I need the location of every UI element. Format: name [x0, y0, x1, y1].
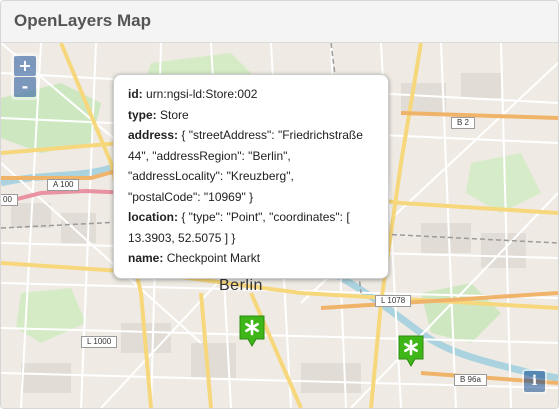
popup-type-label: type: — [128, 107, 157, 122]
popup-type-value: Store — [160, 107, 189, 122]
popup-id-row: id: urn:ngsi-ld:Store:002 — [128, 84, 375, 105]
attribution-button[interactable]: i — [524, 371, 545, 392]
popup-location-label: location: — [128, 210, 178, 224]
popup-address-line1: { "streetAddress": "Friedrichstraße — [181, 128, 363, 142]
popup-address-row: address: { "streetAddress": "Friedrichst… — [128, 125, 375, 146]
zoom-out-button[interactable]: - — [14, 77, 36, 97]
popup-location-line1: { "type": "Point", "coordinates": [ — [181, 210, 350, 224]
panel-title: OpenLayers Map — [14, 11, 151, 30]
asterisk-marker-icon — [239, 315, 265, 348]
asterisk-marker-icon — [398, 335, 424, 368]
popup-id-label: id: — [128, 87, 143, 101]
popup-address-label: address: — [128, 128, 179, 142]
popup-location-row: location: { "type": "Point", "coordinate… — [128, 207, 375, 228]
zoom-control: + - — [11, 53, 39, 100]
road-label-l1078: L 1078 — [375, 295, 412, 307]
popup-name-value: Checkpoint Markt — [166, 251, 261, 265]
popup-location-line2: 13.3903, 52.5075 ] } — [128, 230, 236, 245]
map-viewport[interactable]: A 100 00 B 2 L 1078 L 1000 B 96a Berlin … — [1, 43, 558, 408]
panel-header: OpenLayers Map — [1, 1, 558, 43]
store-popup: id: urn:ngsi-ld:Store:002 type: Store ad… — [113, 74, 389, 279]
zoom-in-button[interactable]: + — [14, 56, 36, 76]
road-label-a100: A 100 — [47, 179, 80, 191]
road-label-edge: 00 — [1, 194, 18, 206]
road-label-b2: B 2 — [451, 117, 476, 129]
city-label: Berlin — [219, 277, 263, 294]
store-marker-2[interactable] — [398, 335, 424, 368]
popup-id-value: urn:ngsi-ld:Store:002 — [146, 87, 258, 101]
map-panel: OpenLayers Map A 100 00 B 2 L 1078 L 100… — [0, 0, 559, 409]
popup-address-line2: 44", "addressRegion": "Berlin", — [128, 148, 291, 163]
popup-address-line4: "postalCode": "10969" } — [128, 189, 254, 204]
popup-name-row: name: Checkpoint Markt — [128, 248, 375, 269]
road-label-l1000: L 1000 — [81, 336, 118, 348]
road-label-b96a: B 96a — [454, 374, 487, 386]
store-marker-1[interactable] — [239, 315, 265, 348]
popup-name-label: name: — [128, 251, 164, 265]
popup-address-line3: "addressLocality": "Kreuzberg", — [128, 169, 294, 183]
popup-type-row: type: Store — [128, 105, 375, 126]
